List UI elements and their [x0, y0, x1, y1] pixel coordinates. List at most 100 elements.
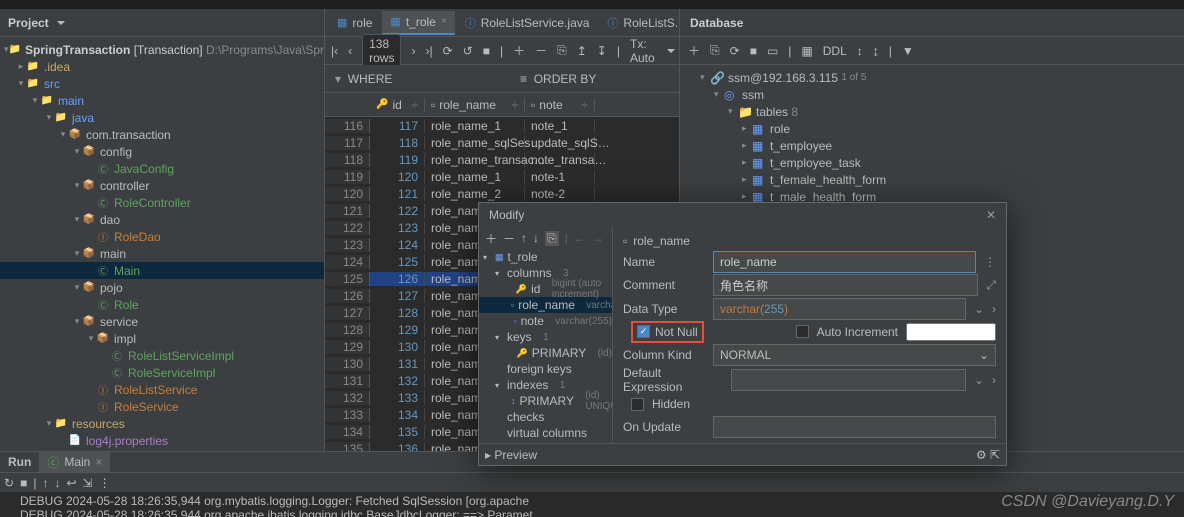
ddl-label[interactable]: DDL: [823, 44, 847, 58]
console-icon[interactable]: ▭: [767, 44, 778, 58]
struct-item[interactable]: ↕PRIMARY (id) UNIQUE: [479, 393, 612, 409]
preview-label[interactable]: Preview: [494, 448, 537, 462]
where-label[interactable]: WHERE: [348, 72, 393, 86]
struct-item[interactable]: 🔑PRIMARY (id): [479, 345, 612, 361]
struct-item[interactable]: ▫note varchar(255): [479, 313, 612, 329]
tree-item[interactable]: ▾📦pojo: [0, 279, 324, 296]
checkbox-icon[interactable]: [631, 398, 644, 411]
close-icon[interactable]: ×: [95, 455, 102, 469]
more-icon[interactable]: ⋮: [984, 255, 996, 269]
table-row[interactable]: 116117role_name_1note_1: [325, 117, 679, 134]
db-table[interactable]: ▸▦t_employee: [680, 137, 1184, 154]
tree-item[interactable]: ⒸRoleListServiceImpl: [0, 347, 324, 364]
table-row[interactable]: 118119role_name_transac…note_transa…: [325, 151, 679, 168]
editor-tab[interactable]: ⓘRoleListService.java: [457, 11, 598, 35]
commit-icon[interactable]: ↥: [577, 44, 587, 58]
tree-item[interactable]: ▾📁java: [0, 109, 324, 126]
expand-icon[interactable]: ⤢: [986, 278, 996, 293]
tree-item[interactable]: ▾📦service: [0, 313, 324, 330]
stop-icon[interactable]: ■: [20, 476, 27, 490]
db-node[interactable]: ▾◎ssm: [680, 86, 1184, 103]
table-icon[interactable]: ▦: [801, 44, 812, 58]
chevron-right-icon[interactable]: ›: [992, 302, 996, 316]
remove-icon[interactable]: －: [535, 42, 547, 59]
nav-prev-icon[interactable]: ‹: [348, 44, 352, 58]
add-icon[interactable]: ＋: [688, 42, 700, 59]
tree-item[interactable]: ▾📁main: [0, 92, 324, 109]
comment-field[interactable]: [713, 274, 978, 296]
more-icon[interactable]: ⋮: [99, 476, 111, 490]
down-icon[interactable]: ↓: [54, 476, 60, 490]
tree-item[interactable]: ▾📦com.transaction: [0, 126, 324, 143]
nav-next-icon[interactable]: ›: [411, 44, 415, 58]
stop-icon[interactable]: ■: [750, 44, 757, 58]
defexpr-field[interactable]: [731, 369, 966, 391]
rows-label[interactable]: 138 rows: [362, 34, 401, 68]
chevron-down-icon[interactable]: [665, 44, 675, 58]
db-table[interactable]: ▸▦role: [680, 120, 1184, 137]
stop-icon[interactable]: ■: [483, 44, 490, 58]
add-icon[interactable]: ＋: [513, 42, 525, 59]
db-table[interactable]: ▸▦t_female_health_form: [680, 171, 1184, 188]
tree-item[interactable]: ▾📁src: [0, 75, 324, 92]
scroll-icon[interactable]: ⇲: [83, 476, 93, 490]
tree-item[interactable]: ⒾRoleDao: [0, 228, 324, 245]
editor-tab[interactable]: ▦t_role×: [382, 11, 454, 35]
clone-icon[interactable]: ⎘: [557, 43, 567, 58]
tree-item[interactable]: ▾📦config: [0, 143, 324, 160]
onupdate-field[interactable]: [713, 416, 996, 438]
undo-icon[interactable]: ←: [574, 231, 586, 245]
table-row[interactable]: 117118role_name_sqlSes…update_sqlS…: [325, 134, 679, 151]
tree-item[interactable]: ⒸMain: [0, 262, 324, 279]
table-row[interactable]: 120121role_name_2note-2: [325, 185, 679, 202]
tree-item[interactable]: ▾📁resources: [0, 415, 324, 432]
tree-item[interactable]: 📄log4j.properties: [0, 432, 324, 449]
tree-item[interactable]: ▾📦dao: [0, 211, 324, 228]
rollback-icon[interactable]: ↧: [597, 44, 607, 58]
struct-item[interactable]: ▾▦t_role: [479, 249, 612, 265]
project-title[interactable]: Project: [8, 16, 49, 30]
datatype-field[interactable]: varchar(255): [713, 298, 966, 320]
expand-icon[interactable]: ↕: [857, 44, 863, 58]
nav-first-icon[interactable]: |‹: [331, 44, 338, 58]
not-null-checkbox[interactable]: ✓ Not Null: [631, 321, 704, 343]
tree-item[interactable]: ⒾRoleListService: [0, 381, 324, 398]
struct-item[interactable]: 🔑id bigint (auto increment): [479, 281, 612, 297]
project-root[interactable]: ▾📁 SpringTransaction [Transaction] D:\Pr…: [0, 41, 324, 58]
chevron-right-icon[interactable]: ▸: [485, 448, 491, 462]
gear-icon[interactable]: ⚙: [976, 448, 987, 462]
struct-item[interactable]: ▫role_name varchar(255): [479, 297, 612, 313]
chevron-down-icon[interactable]: ⌄: [974, 302, 984, 316]
autoinc-field[interactable]: [906, 323, 996, 341]
up-icon[interactable]: ↑: [42, 476, 48, 490]
rerun-icon[interactable]: ↻: [4, 476, 14, 490]
sort-icon[interactable]: ≡: [520, 72, 527, 86]
add-icon[interactable]: ＋: [485, 230, 497, 247]
nav-last-icon[interactable]: ›|: [425, 44, 432, 58]
db-node[interactable]: ▾🔗ssm@192.168.3.115 1 of 5: [680, 69, 1184, 86]
tree-item[interactable]: ⒸRole: [0, 296, 324, 313]
struct-item[interactable]: ▾keys 1: [479, 329, 612, 345]
tree-item[interactable]: ⒸRoleController: [0, 194, 324, 211]
columnkind-select[interactable]: NORMAL⌄: [713, 344, 996, 366]
struct-item[interactable]: foreign keys: [479, 361, 612, 377]
orderby-label[interactable]: ORDER BY: [534, 72, 597, 86]
run-tab-label[interactable]: Run: [8, 455, 31, 469]
close-icon[interactable]: ×: [441, 16, 447, 27]
remove-icon[interactable]: －: [503, 230, 515, 247]
db-node[interactable]: ▾📁tables 8: [680, 103, 1184, 120]
chevron-down-icon[interactable]: [55, 16, 65, 30]
tree-item[interactable]: ⒸJavaConfig: [0, 160, 324, 177]
checkbox-icon[interactable]: [796, 325, 809, 338]
db-table[interactable]: ▸▦t_employee_task: [680, 154, 1184, 171]
tx-mode[interactable]: Tx: Auto: [630, 37, 655, 65]
tree-item[interactable]: ▾📦main: [0, 245, 324, 262]
tree-item[interactable]: ⒾRoleService: [0, 398, 324, 415]
wrap-icon[interactable]: ↩: [66, 476, 76, 490]
refresh-icon[interactable]: ⟳: [443, 44, 453, 58]
tree-item[interactable]: ▾📦impl: [0, 330, 324, 347]
tree-item[interactable]: ▸📁.idea: [0, 58, 324, 75]
struct-item[interactable]: virtual columns: [479, 425, 612, 441]
funnel-icon[interactable]: ▾: [335, 72, 341, 86]
filter-icon[interactable]: ▼: [902, 44, 914, 58]
